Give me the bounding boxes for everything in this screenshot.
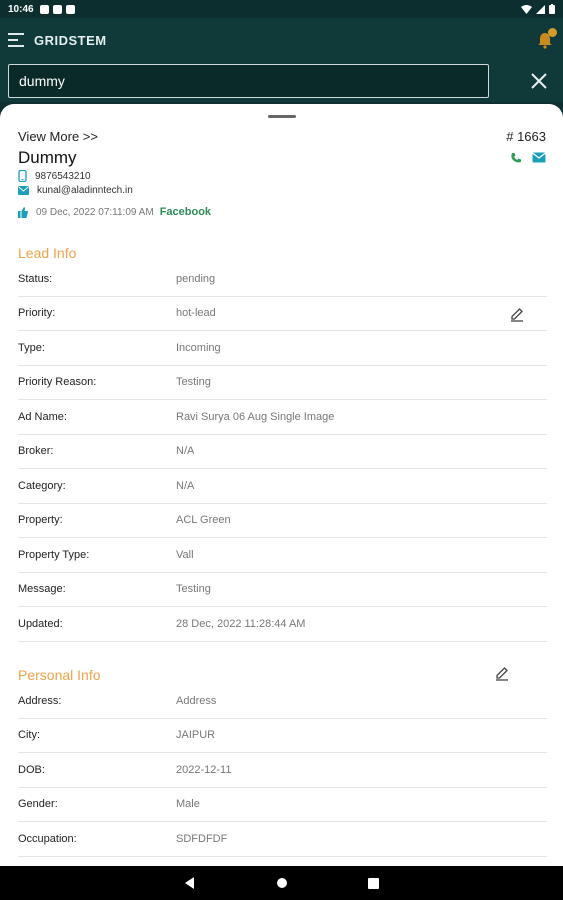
message-icon[interactable] — [532, 152, 546, 163]
field-value: hot-lead — [176, 307, 216, 320]
nav-recents-icon[interactable] — [368, 877, 379, 889]
lead-email[interactable]: kunal@aladinntech.in — [37, 185, 133, 196]
field-label: Type: — [18, 341, 45, 354]
field-value: SDFDFDF — [176, 832, 228, 845]
field-label: Property: — [18, 514, 63, 527]
field-value: 2022-12-11 — [176, 763, 232, 776]
lead-info-title: Lead Info — [18, 245, 77, 261]
notification-icon — [52, 4, 62, 14]
call-icon[interactable] — [510, 152, 522, 164]
personal-info-row-address: Address: Address — [18, 684, 547, 719]
personal-info-title: Personal Info — [18, 667, 101, 683]
personal-info-row-occupation: Occupation: SDFDFDF — [18, 822, 547, 857]
lead-detail-sheet: View More >> # 1663 Dummy 9876543210 kun… — [0, 104, 563, 866]
lead-info-row-updated: Updated: 28 Dec, 2022 11:28:44 AM — [18, 607, 547, 642]
field-value: JAIPUR — [176, 729, 216, 742]
lead-info-row-message: Message: Testing — [18, 573, 547, 607]
app-title: GRIDSTEM — [34, 32, 107, 48]
field-value: 28 Dec, 2022 11:28:44 AM — [176, 617, 306, 630]
field-value: N/A — [176, 445, 195, 458]
lead-info-row-broker: Broker: N/A — [18, 435, 547, 469]
search-input[interactable] — [8, 64, 489, 98]
field-value: N/A — [176, 479, 195, 492]
bell-icon[interactable] — [535, 28, 557, 50]
notification-icon — [65, 4, 75, 14]
lead-info-list: Status: pending Priority: hot-lead Type:… — [18, 262, 547, 642]
menu-icon[interactable] — [8, 33, 26, 47]
field-label: Category: — [18, 479, 66, 492]
field-value: Testing — [176, 376, 211, 389]
search-bar — [0, 62, 563, 102]
nav-home-icon[interactable] — [276, 877, 288, 889]
system-nav-bar — [0, 866, 563, 900]
lead-id: # 1663 — [506, 129, 546, 144]
lead-info-row-priority-reason: Priority Reason: Testing — [18, 366, 547, 400]
field-value: Ravi Surya 06 Aug Single Image — [176, 410, 335, 423]
lead-phone[interactable]: 9876543210 — [35, 171, 91, 182]
app-bar: GRIDSTEM — [0, 18, 563, 62]
edit-icon[interactable] — [509, 306, 525, 322]
lead-info-row-status: Status: pending — [18, 262, 547, 297]
field-value: Address — [176, 694, 217, 707]
lead-info-row-type: Type: Incoming — [18, 331, 547, 366]
lead-phone-row: 9876543210 — [18, 170, 91, 182]
field-label: Gender: — [18, 798, 58, 811]
personal-info-row-gender: Gender: Male — [18, 788, 547, 822]
status-time: 10:46 — [8, 3, 34, 15]
lead-name: Dummy — [18, 148, 77, 167]
contact-actions — [510, 152, 546, 164]
battery-icon — [549, 4, 555, 14]
field-value: Testing — [176, 583, 211, 596]
field-label: Ad Name: — [18, 410, 67, 423]
lead-info-row-category: Category: N/A — [18, 469, 547, 504]
field-value: Male — [176, 798, 200, 811]
field-label: Occupation: — [18, 832, 77, 845]
personal-info-row-dob: DOB: 2022-12-11 — [18, 753, 547, 788]
field-value: Incoming — [176, 341, 221, 354]
field-label: Priority Reason: — [18, 376, 97, 389]
drag-handle[interactable] — [268, 115, 296, 118]
wifi-icon — [521, 4, 532, 14]
close-icon[interactable] — [528, 70, 550, 92]
edit-icon[interactable] — [494, 665, 510, 681]
notification-badge — [548, 28, 557, 37]
lead-meta-row: 09 Dec, 2022 07:11:09 AM Facebook — [18, 206, 211, 218]
field-label: Message: — [18, 583, 66, 596]
lead-info-row-ad-name: Ad Name: Ravi Surya 06 Aug Single Image — [18, 400, 547, 435]
field-value: Vall — [176, 548, 194, 561]
field-value: pending — [176, 272, 216, 285]
lead-email-row: kunal@aladinntech.in — [18, 185, 133, 196]
field-value: ACL Green — [176, 514, 231, 527]
lead-info-row-priority: Priority: hot-lead — [18, 297, 547, 331]
personal-info-list: Address: Address City: JAIPUR DOB: 2022-… — [18, 684, 547, 857]
lead-source: Facebook — [159, 206, 212, 218]
field-label: DOB: — [18, 763, 45, 776]
personal-info-row-city: City: JAIPUR — [18, 719, 547, 753]
field-label: City: — [18, 729, 40, 742]
view-more-link[interactable]: View More >> — [18, 129, 98, 144]
field-label: Updated: — [18, 617, 63, 630]
field-label: Priority: — [18, 307, 56, 320]
field-label: Broker: — [18, 445, 54, 458]
lead-info-row-property-type: Property Type: Vall — [18, 538, 547, 573]
lead-created-date: 09 Dec, 2022 07:11:09 AM — [36, 206, 154, 218]
email-icon — [18, 186, 29, 195]
status-bar: 10:46 — [0, 0, 563, 18]
notification-icon — [39, 4, 49, 14]
nav-back-icon[interactable] — [184, 877, 196, 889]
thumb-icon — [18, 206, 28, 218]
signal-icon — [536, 4, 545, 14]
field-label: Status: — [18, 272, 53, 285]
lead-info-row-property: Property: ACL Green — [18, 504, 547, 538]
field-label: Address: — [18, 694, 62, 707]
field-label: Property Type: — [18, 548, 90, 561]
phone-icon — [18, 170, 27, 182]
